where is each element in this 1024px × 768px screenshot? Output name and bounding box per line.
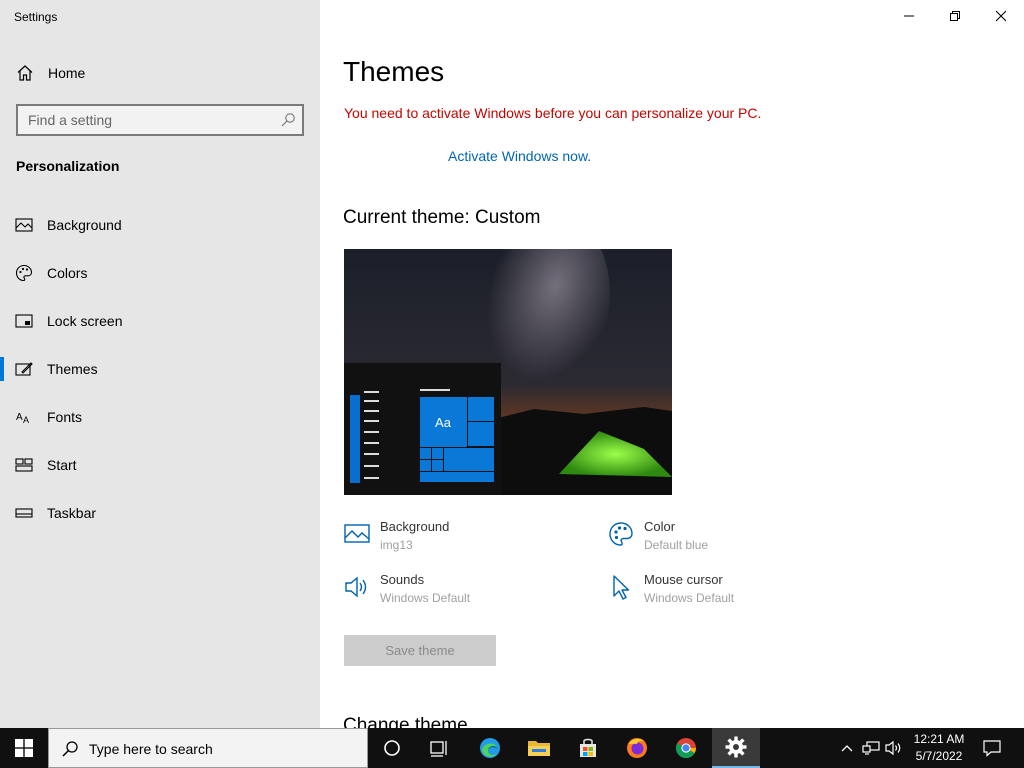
theme-mouse-cursor-setting[interactable]: Mouse cursor Windows Default (608, 572, 828, 612)
home-label: Home (48, 65, 86, 81)
sidebar-item-label: Fonts (47, 409, 83, 425)
search-icon (62, 741, 78, 757)
volume-icon (885, 740, 901, 756)
sidebar-item-fonts[interactable]: A A Fonts (0, 397, 320, 437)
svg-text:A: A (16, 412, 23, 423)
volume-tray-button[interactable] (884, 738, 904, 758)
find-setting-search-box[interactable] (16, 104, 304, 136)
sounds-label: Sounds (380, 572, 425, 587)
home-icon (17, 65, 33, 81)
edge-app-button[interactable] (466, 728, 514, 768)
theme-preview-image: Aa (344, 249, 672, 495)
sounds-value: Windows Default (380, 591, 471, 605)
taskbar-search-placeholder: Type here to search (89, 741, 213, 757)
clock-time: 12:21 AM (913, 732, 965, 746)
mouse-cursor-label: Mouse cursor (644, 572, 723, 587)
theme-color-setting[interactable]: Color Default blue (608, 519, 828, 559)
sidebar-item-taskbar[interactable]: Taskbar (0, 493, 320, 533)
sidebar-item-label: Colors (47, 265, 88, 281)
sidebar-item-label: Themes (47, 361, 98, 377)
search-icon[interactable] (280, 112, 296, 128)
taskbar: Type here to search 12:21 AM 5/7/2022 (0, 728, 1024, 768)
notification-icon (983, 740, 1001, 757)
sidebar-item-label: Background (47, 217, 122, 233)
color-value: Default blue (644, 538, 709, 552)
start-icon (15, 458, 33, 472)
store-icon (580, 738, 596, 757)
app-title: Settings (14, 10, 58, 24)
theme-preview: Aa (344, 249, 672, 495)
sidebar-item-label: Taskbar (47, 505, 97, 521)
cortana-button[interactable] (368, 728, 416, 768)
gear-icon (725, 736, 747, 758)
store-app-button[interactable] (564, 728, 612, 768)
themes-icon (15, 362, 33, 376)
home-nav-item[interactable]: Home (0, 58, 320, 88)
save-theme-button[interactable]: Save theme (344, 635, 496, 666)
settings-window: Settings Home Personalization Background (0, 0, 1024, 728)
palette-icon (15, 264, 33, 282)
lock-screen-icon (15, 314, 33, 328)
theme-background-setting[interactable]: Background img13 (344, 519, 564, 559)
folder-icon (528, 741, 550, 756)
theme-sounds-setting[interactable]: Sounds Windows Default (344, 572, 564, 612)
taskbar-icon (15, 508, 33, 518)
section-title-personalization: Personalization (16, 158, 120, 174)
palette-icon (609, 522, 633, 546)
file-explorer-app-button[interactable] (515, 728, 563, 768)
change-theme-heading: Change theme (343, 715, 468, 728)
cursor-icon (613, 575, 630, 600)
sidebar-item-colors[interactable]: Colors (0, 253, 320, 293)
taskbar-search-box[interactable]: Type here to search (48, 728, 368, 768)
current-theme-heading: Current theme: Custom (343, 207, 541, 228)
sidebar-item-background[interactable]: Background (0, 205, 320, 245)
svg-text:A: A (23, 415, 29, 425)
firefox-icon (627, 738, 647, 758)
picture-icon (344, 524, 370, 543)
task-view-icon (430, 741, 447, 757)
sidebar-item-themes[interactable]: Themes (0, 349, 320, 389)
background-label: Background (380, 519, 450, 534)
settings-app-button[interactable] (712, 728, 760, 768)
sidebar-item-lock-screen[interactable]: Lock screen (0, 301, 320, 341)
page-title: Themes (343, 56, 445, 87)
picture-icon (15, 218, 33, 232)
speaker-icon (345, 576, 367, 598)
sidebar: Settings Home Personalization Background (0, 0, 320, 728)
fonts-icon: A A (16, 412, 29, 425)
sidebar-item-label: Lock screen (47, 313, 123, 329)
activate-windows-link[interactable]: Activate Windows now. (448, 148, 591, 164)
chrome-app-button[interactable] (662, 728, 710, 768)
preview-tile-label: Aa (435, 415, 452, 430)
mouse-cursor-value: Windows Default (644, 591, 735, 605)
selection-indicator (0, 357, 4, 381)
start-button[interactable] (0, 728, 48, 768)
action-center-button[interactable] (982, 738, 1002, 758)
cortana-circle-icon (384, 740, 400, 756)
chrome-icon (675, 738, 697, 759)
main-content: Themes You need to activate Windows befo… (320, 0, 1024, 728)
firefox-app-button[interactable] (613, 728, 661, 768)
background-value: img13 (380, 538, 413, 552)
color-label: Color (644, 519, 676, 534)
chevron-up-icon (841, 745, 853, 752)
network-tray-button[interactable] (861, 738, 881, 758)
show-hidden-icons-button[interactable] (837, 738, 857, 758)
find-setting-input[interactable] (18, 106, 274, 134)
sidebar-item-start[interactable]: Start (0, 445, 320, 485)
sidebar-item-label: Start (47, 457, 77, 473)
network-icon (862, 741, 880, 755)
activation-warning: You need to activate Windows before you … (344, 105, 762, 121)
task-view-button[interactable] (416, 728, 464, 768)
edge-icon (480, 738, 500, 758)
windows-logo-icon (15, 739, 33, 757)
taskbar-clock[interactable]: 12:21 AM 5/7/2022 (906, 731, 972, 765)
clock-date: 5/7/2022 (915, 749, 963, 763)
